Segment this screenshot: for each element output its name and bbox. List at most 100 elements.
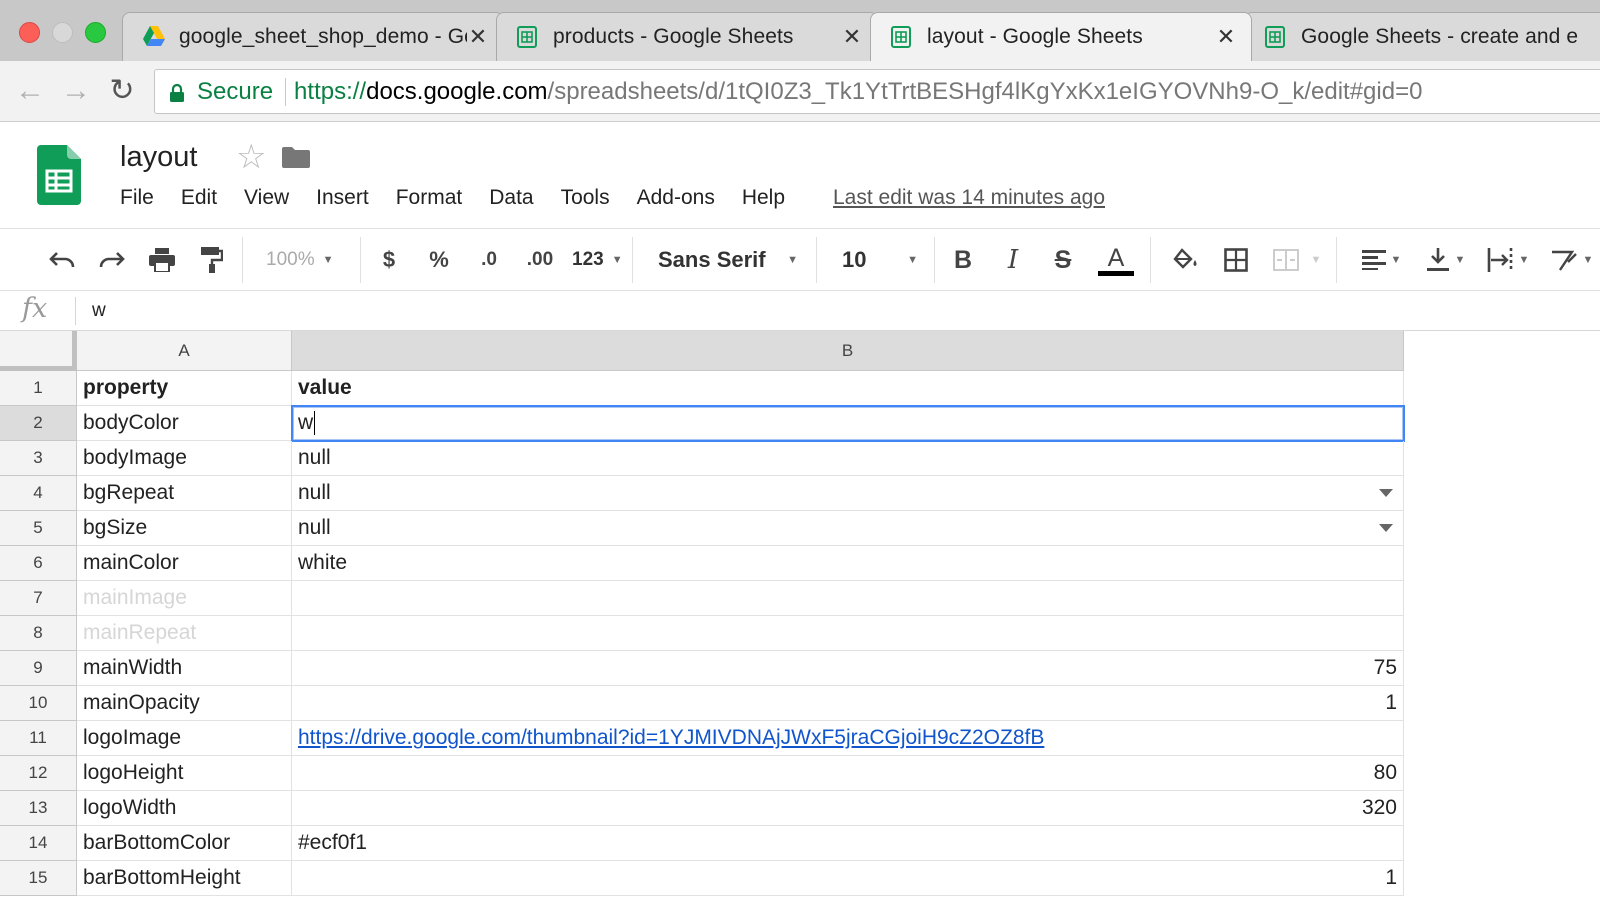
row-header[interactable]: 4	[0, 476, 77, 511]
cell-value[interactable]: 80	[292, 756, 1404, 791]
cell-value[interactable]	[292, 616, 1404, 651]
column-header-b[interactable]: B	[292, 331, 1404, 371]
cell-property[interactable]: mainRepeat	[77, 616, 292, 651]
close-tab-icon[interactable]: ✕	[1215, 26, 1237, 48]
cell-value[interactable]: 320	[292, 791, 1404, 826]
folder-icon[interactable]	[282, 147, 310, 168]
cell-value[interactable]: #ecf0f1	[292, 826, 1404, 861]
minimize-window-button[interactable]	[52, 22, 73, 43]
caret-down-icon[interactable]: ▼	[1514, 241, 1534, 279]
sheets-logo-icon[interactable]	[37, 145, 81, 205]
cell-property[interactable]: mainImage	[77, 581, 292, 616]
cell-property[interactable]: barBottomHeight	[77, 861, 292, 896]
cell-value[interactable]: https://drive.google.com/thumbnail?id=1Y…	[292, 721, 1404, 756]
row-header[interactable]: 7	[0, 581, 77, 616]
undo-icon[interactable]	[42, 241, 82, 279]
browser-tab-layout[interactable]: layout - Google Sheets ✕	[870, 12, 1252, 61]
cell-property[interactable]: mainColor	[77, 546, 292, 581]
currency-format-button[interactable]: $	[374, 241, 404, 279]
cell-value[interactable]: 1	[292, 686, 1404, 721]
document-title[interactable]: layout	[120, 141, 197, 174]
increase-decimal-button[interactable]: .00	[520, 241, 560, 279]
zoom-select[interactable]: 100% ▼	[266, 241, 334, 279]
browser-tab-shop-demo[interactable]: google_sheet_shop_demo - Go ✕	[122, 12, 504, 61]
cell-value[interactable]: 1	[292, 861, 1404, 896]
cell-value[interactable]: white	[292, 546, 1404, 581]
close-tab-icon[interactable]: ✕	[841, 26, 863, 48]
menu-edit[interactable]: Edit	[181, 186, 217, 210]
menu-view[interactable]: View	[244, 186, 289, 210]
menu-data[interactable]: Data	[489, 186, 533, 210]
row-header[interactable]: 13	[0, 791, 77, 826]
close-tab-icon[interactable]: ✕	[467, 26, 489, 48]
cell-property[interactable]: bgSize	[77, 511, 292, 546]
row-header[interactable]: 5	[0, 511, 77, 546]
caret-down-icon[interactable]: ▼	[1450, 241, 1470, 279]
menu-insert[interactable]: Insert	[316, 186, 369, 210]
font-family-select[interactable]: Sans Serif ▼	[658, 241, 798, 279]
cell-value[interactable]: null	[292, 476, 1404, 511]
row-header[interactable]: 2	[0, 406, 77, 441]
row-header[interactable]: 1	[0, 371, 77, 406]
url-input[interactable]: Secure https://docs.google.com/spreadshe…	[154, 69, 1600, 114]
font-size-select[interactable]: 10 ▼	[842, 241, 918, 279]
text-color-button[interactable]: A	[1096, 241, 1136, 279]
cell-value[interactable]: null	[292, 441, 1404, 476]
italic-button[interactable]: I	[998, 241, 1028, 279]
column-header-a[interactable]: A	[77, 331, 292, 371]
dropdown-caret-icon[interactable]	[1379, 489, 1393, 497]
fill-color-icon[interactable]	[1166, 241, 1206, 279]
star-icon[interactable]: ☆	[236, 137, 266, 177]
cell-value[interactable]: null	[292, 511, 1404, 546]
forward-arrow-icon[interactable]: →	[60, 75, 92, 107]
cell-property[interactable]: mainOpacity	[77, 686, 292, 721]
cell-value[interactable]: 75	[292, 651, 1404, 686]
cell-property[interactable]: bgRepeat	[77, 476, 292, 511]
browser-tab-sheets-home[interactable]: Google Sheets - create and e	[1244, 12, 1600, 61]
redo-icon[interactable]	[92, 241, 132, 279]
row-header[interactable]: 14	[0, 826, 77, 861]
percent-format-button[interactable]: %	[424, 241, 454, 279]
select-all-corner[interactable]	[0, 331, 77, 371]
caret-down-icon[interactable]: ▼	[1306, 241, 1326, 279]
cell-property[interactable]: logoImage	[77, 721, 292, 756]
caret-down-icon[interactable]: ▼	[1578, 241, 1598, 279]
cell-property[interactable]: barBottomColor	[77, 826, 292, 861]
paint-format-icon[interactable]	[192, 241, 232, 279]
row-header[interactable]: 10	[0, 686, 77, 721]
strikethrough-button[interactable]: S	[1048, 241, 1078, 279]
row-header[interactable]: 12	[0, 756, 77, 791]
row-header[interactable]: 11	[0, 721, 77, 756]
menu-help[interactable]: Help	[742, 186, 785, 210]
maximize-window-button[interactable]	[85, 22, 106, 43]
formula-input[interactable]: w	[92, 300, 106, 322]
row-header[interactable]: 9	[0, 651, 77, 686]
cell-value[interactable]	[292, 581, 1404, 616]
reload-icon[interactable]: ↻	[106, 75, 138, 107]
cell-property[interactable]: logoHeight	[77, 756, 292, 791]
dropdown-caret-icon[interactable]	[1379, 524, 1393, 532]
decrease-decimal-button[interactable]: .0	[472, 241, 506, 279]
menu-file[interactable]: File	[120, 186, 154, 210]
close-window-button[interactable]	[19, 22, 40, 43]
row-header[interactable]: 3	[0, 441, 77, 476]
more-formats-select[interactable]: 123 ▼	[572, 241, 623, 279]
menu-format[interactable]: Format	[396, 186, 463, 210]
caret-down-icon[interactable]: ▼	[1386, 241, 1406, 279]
borders-icon[interactable]	[1216, 241, 1256, 279]
cell-property[interactable]: bodyImage	[77, 441, 292, 476]
menu-addons[interactable]: Add-ons	[637, 186, 715, 210]
cell-value[interactable]: value	[292, 371, 1404, 406]
last-edit-link[interactable]: Last edit was 14 minutes ago	[833, 186, 1105, 210]
row-header[interactable]: 6	[0, 546, 77, 581]
back-arrow-icon[interactable]: ←	[14, 75, 46, 107]
cell-property[interactable]: bodyColor	[77, 406, 292, 441]
browser-tab-products[interactable]: products - Google Sheets ✕	[496, 12, 878, 61]
row-header[interactable]: 8	[0, 616, 77, 651]
bold-button[interactable]: B	[948, 241, 978, 279]
cell-property[interactable]: logoWidth	[77, 791, 292, 826]
row-header[interactable]: 15	[0, 861, 77, 896]
merge-cells-icon[interactable]	[1266, 241, 1306, 279]
cell-property[interactable]: property	[77, 371, 292, 406]
cell-property[interactable]: mainWidth	[77, 651, 292, 686]
